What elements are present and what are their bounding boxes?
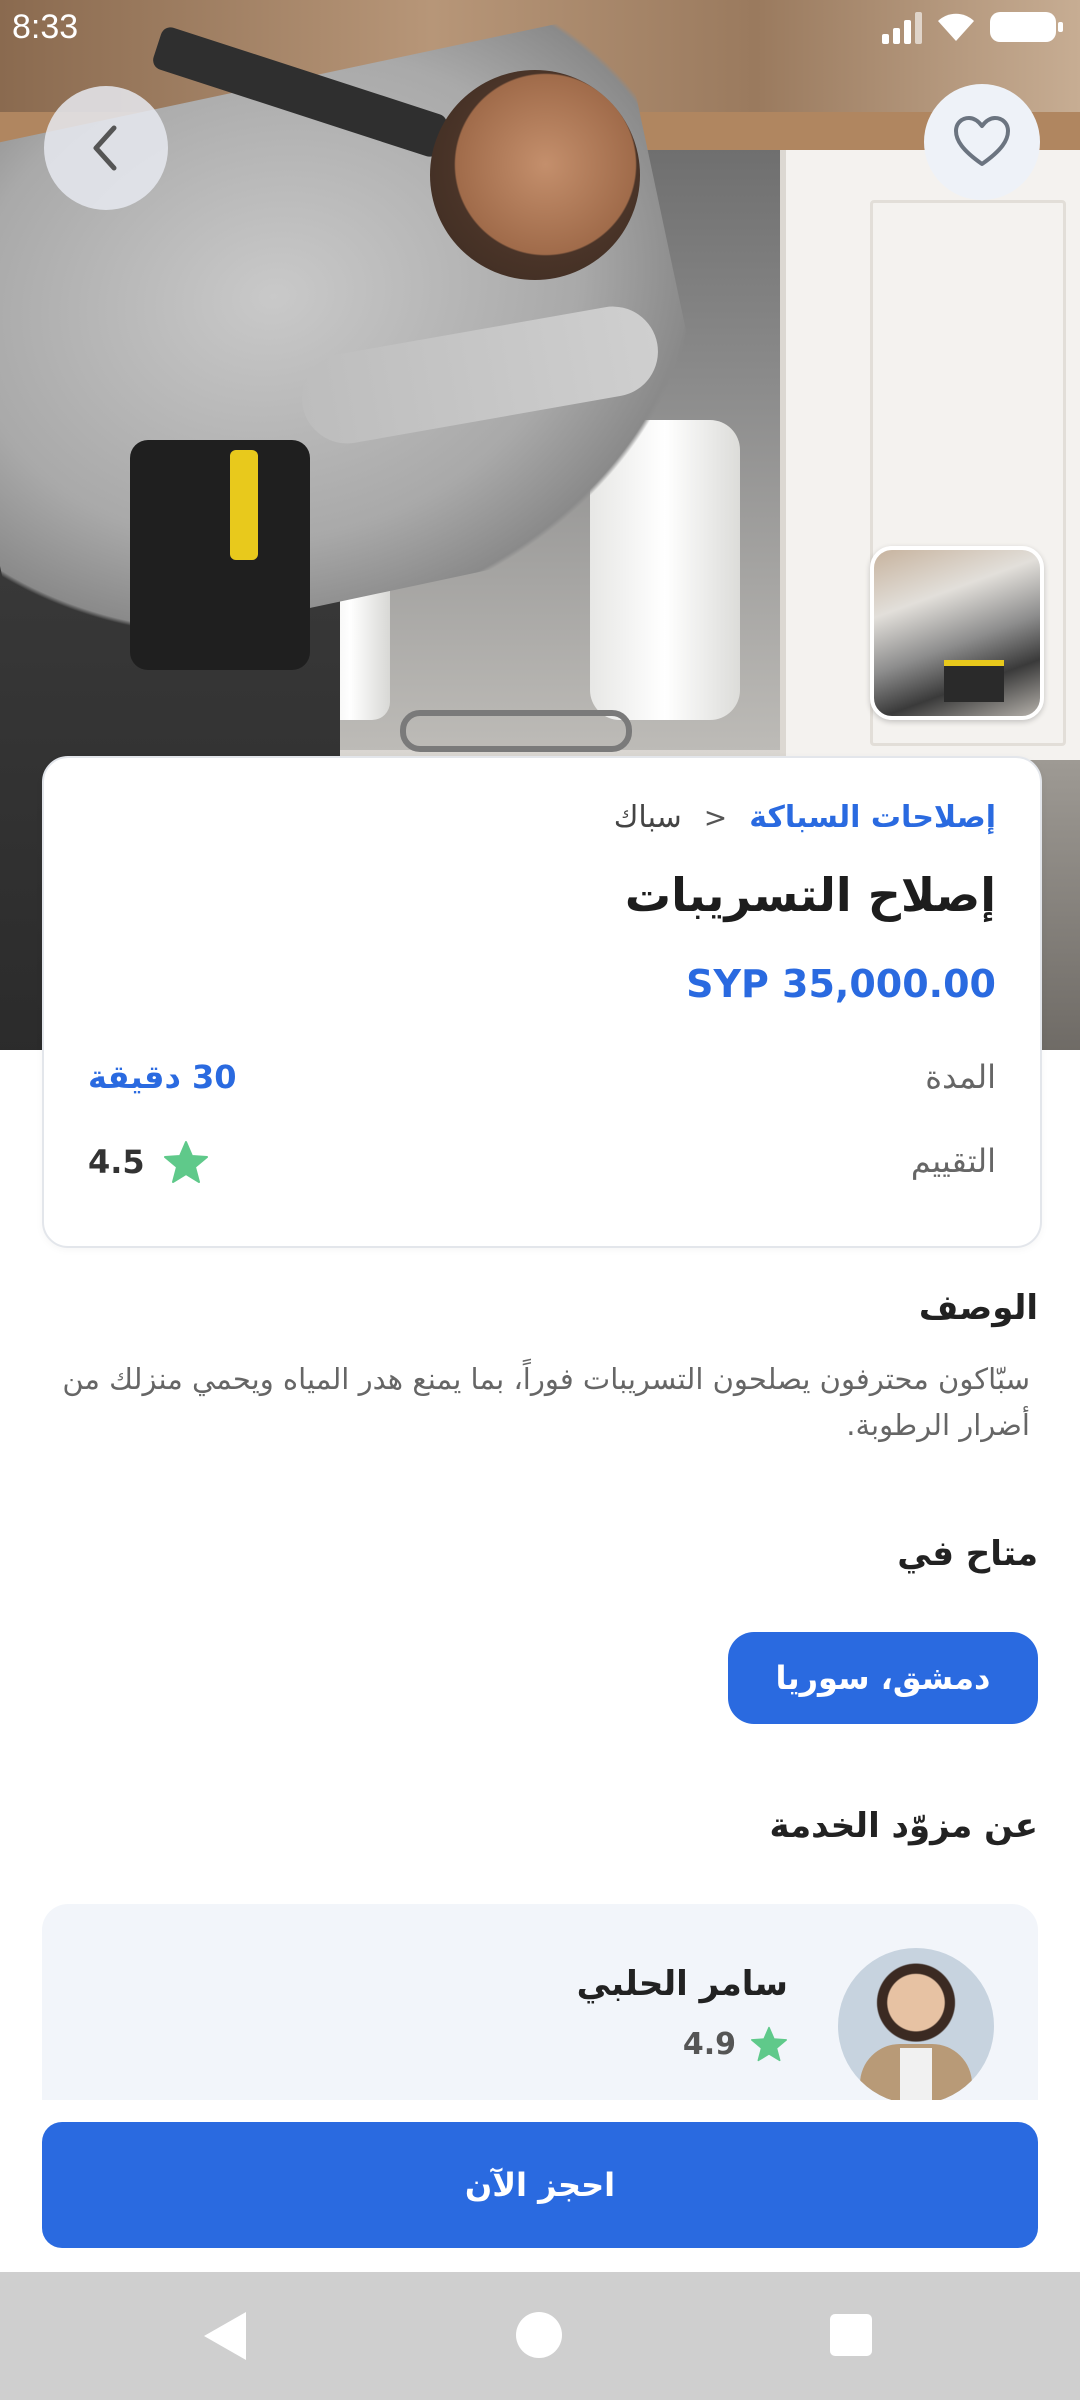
breadcrumb-separator: >: [703, 801, 728, 834]
status-bar: 8:33: [0, 0, 1080, 60]
battery-icon: [990, 12, 1063, 42]
nav-back-icon[interactable]: [204, 2312, 246, 2360]
provider-card[interactable]: سامر الحلبي 4.9: [42, 1904, 1038, 2100]
breadcrumb-subcategory[interactable]: سباك: [614, 800, 682, 835]
location-chip[interactable]: دمشق، سوريا: [728, 1632, 1038, 1724]
breadcrumb: إصلاحات السباكة > سباك: [614, 800, 996, 835]
avatar: [838, 1948, 994, 2100]
availability-title: متاح في: [897, 1534, 1038, 1574]
status-time: 8:33: [12, 8, 79, 46]
service-details-screen: 8:33 إصلاحات السباكة > سباك إصلاح التسري…: [0, 0, 1080, 2400]
book-now-button[interactable]: احجز الآن: [42, 2122, 1038, 2248]
system-navigation-bar: [0, 2272, 1080, 2400]
provider-section-title: عن مزوّد الخدمة: [769, 1806, 1038, 1846]
star-icon: [750, 2026, 787, 2062]
service-rating: 4.5: [88, 1140, 209, 1184]
provider-rating: 4.9: [683, 2026, 788, 2062]
wifi-icon: [938, 13, 974, 41]
duration-label: المدة: [925, 1058, 996, 1096]
description-text: سبّاكون محترفون يصلحون التسريبات فوراً، …: [62, 1362, 1030, 1442]
provider-rating-value: 4.9: [682, 2026, 736, 2062]
back-button[interactable]: [44, 86, 168, 210]
nav-recents-icon[interactable]: [830, 2314, 872, 2356]
nav-home-icon[interactable]: [516, 2312, 562, 2358]
service-title: إصلاح التسريبات: [624, 868, 996, 922]
back-icon: [93, 125, 117, 171]
service-info-card: إصلاحات السباكة > سباك إصلاح التسريبات S…: [42, 756, 1042, 1248]
star-icon: [163, 1141, 208, 1183]
duration-value: 30 دقيقة: [88, 1058, 237, 1096]
gallery-thumbnail[interactable]: [870, 546, 1044, 720]
heart-icon: [954, 116, 1010, 166]
status-icons: [882, 10, 1063, 44]
favorite-button[interactable]: [924, 84, 1040, 200]
service-price: SYP 35,000.00: [686, 962, 996, 1006]
signal-icon: [882, 10, 922, 44]
rating-value: 4.5: [88, 1143, 145, 1181]
breadcrumb-category[interactable]: إصلاحات السباكة: [749, 800, 996, 835]
rating-label: التقييم: [910, 1142, 996, 1180]
description-title: الوصف: [918, 1288, 1038, 1328]
provider-name: سامر الحلبي: [576, 1964, 788, 2004]
